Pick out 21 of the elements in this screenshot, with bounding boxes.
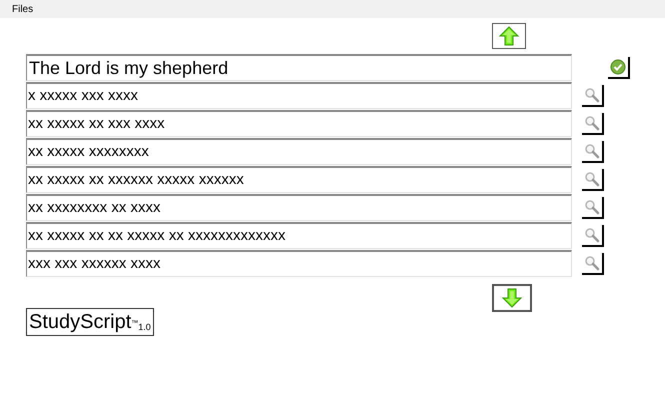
move-up-button[interactable] bbox=[492, 23, 526, 49]
down-arrow-icon bbox=[502, 288, 522, 308]
checkmark-icon bbox=[610, 58, 626, 74]
verse-line-field[interactable]: xx xxxxx xx xxx xxxx bbox=[26, 110, 572, 137]
verse-line-field[interactable]: xx xxxxx xxxxxxxx bbox=[26, 138, 572, 165]
up-arrow-icon bbox=[499, 26, 519, 46]
search-icon bbox=[584, 114, 600, 130]
verse-line-field[interactable]: xx xxxxx xx xx xxxxx xx xxxxxxxxxxxxx bbox=[26, 222, 572, 249]
search-icon bbox=[584, 198, 600, 214]
menu-item[interactable]: Files bbox=[12, 2, 34, 16]
search-icon bbox=[584, 86, 600, 102]
search-icon bbox=[584, 254, 600, 270]
search-icon bbox=[584, 170, 600, 186]
verse-line-field[interactable]: x xxxxx xxx xxxx bbox=[26, 82, 572, 109]
search-icon bbox=[584, 142, 600, 158]
verse-line-field[interactable]: xxx xxx xxxxxx xxxx bbox=[26, 250, 572, 277]
move-down-button[interactable] bbox=[492, 284, 532, 312]
verse-line-field[interactable]: xx xxxxx xx xxxxxx xxxxx xxxxxx bbox=[26, 166, 572, 193]
title-field[interactable]: The Lord is my shepherd bbox=[26, 54, 572, 81]
search-icon bbox=[584, 226, 600, 242]
verse-line-field[interactable]: xx xxxxxxxx xx xxxx bbox=[26, 194, 572, 221]
